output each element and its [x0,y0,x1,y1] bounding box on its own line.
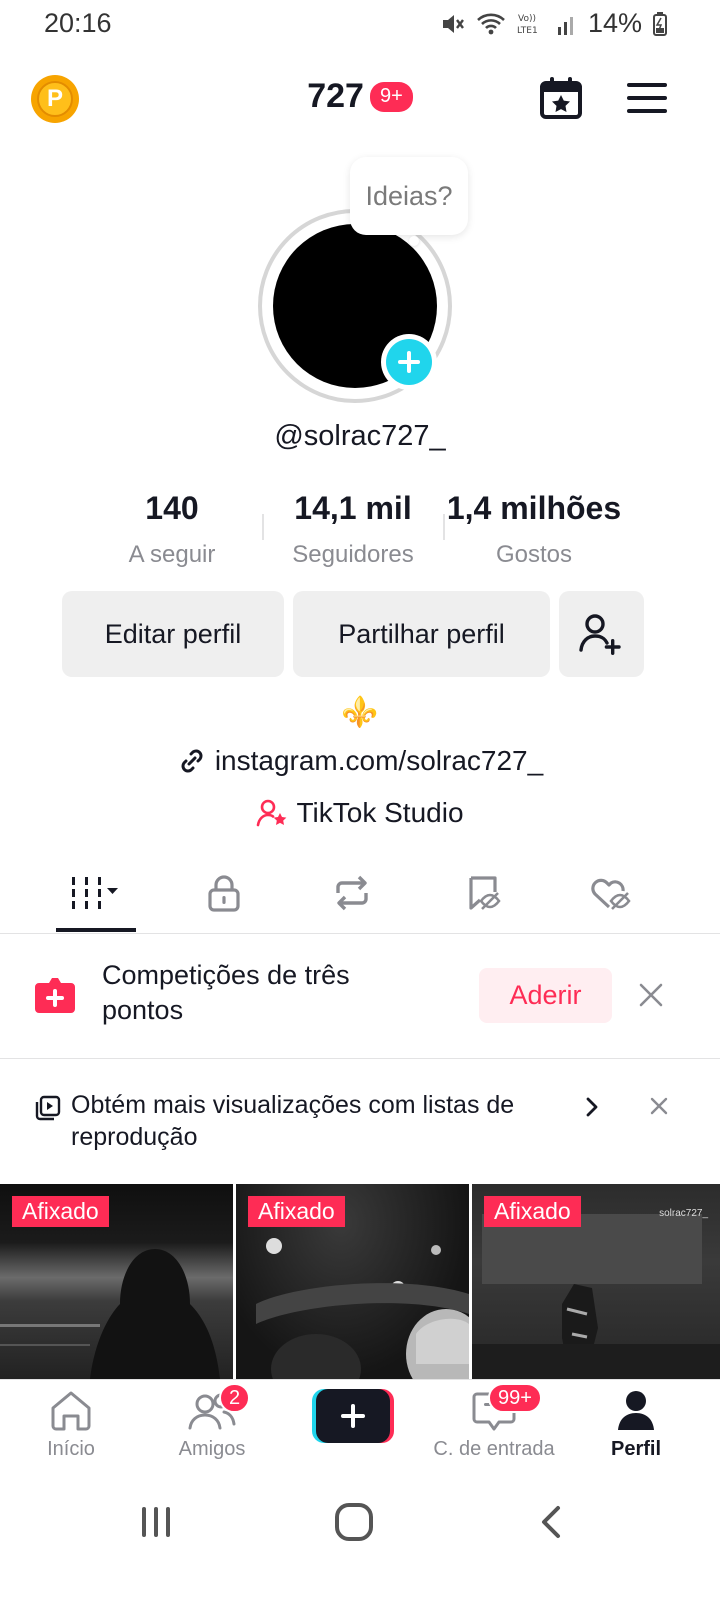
share-profile-button[interactable]: Partilhar perfil [293,591,550,677]
bio-link[interactable]: instagram.com/solrac727_ [0,745,720,777]
pinned-label: Afixado [248,1196,345,1227]
back-icon[interactable] [536,1504,566,1540]
nav-label: Amigos [178,1438,246,1460]
lock-icon [208,875,240,912]
bio-emoji: ⚜️ [341,696,379,729]
add-story-button[interactable] [381,334,437,390]
header-title: 727 [307,77,364,115]
pinned-label: Afixado [12,1196,109,1227]
calendar-star-icon[interactable] [537,74,585,122]
tab-favorites[interactable] [443,868,523,918]
home-circle-icon[interactable] [334,1502,374,1542]
nav-label: Início [47,1438,95,1460]
video-watermark: solrac727_ [659,1208,708,1219]
nav-label: Perfil [610,1438,662,1460]
playlist-prompt[interactable]: Obtém mais visualizações com listas de r… [71,1089,571,1153]
stat-following[interactable]: 140 A seguir [77,490,267,569]
close-icon[interactable] [648,1095,670,1117]
chevron-right-icon[interactable] [582,1095,602,1119]
close-icon[interactable] [636,980,666,1010]
video-thumbnail[interactable]: Afixado [0,1184,233,1379]
battery-icon [653,11,667,36]
video-thumbnail[interactable]: Afixado solrac727_ [472,1184,720,1379]
svg-text:LTE1: LTE1 [517,26,538,36]
nav-home[interactable]: Início [11,1388,131,1461]
pinned-label: Afixado [484,1196,581,1227]
grid-dropdown-icon [72,877,118,909]
repost-icon [336,875,368,911]
competition-icon [35,978,75,1013]
create-button[interactable] [312,1389,394,1443]
stat-label: Gostos [495,541,573,568]
tab-reposts[interactable] [312,868,392,918]
stat-label: A seguir [128,541,216,568]
link-text: instagram.com/solrac727_ [214,745,544,776]
signal-icon [557,16,573,35]
video-thumbnail[interactable]: Afixado [236,1184,469,1379]
lte-icon: Vo)) LTE1 [517,14,538,36]
username: @solrac727_ [274,420,446,452]
menu-icon[interactable] [624,76,670,120]
stat-value: 14,1 mil [294,490,412,526]
creator-star-icon [257,799,287,827]
tab-liked[interactable] [571,868,651,918]
tab-videos[interactable] [56,868,136,918]
tiktok-studio-link[interactable]: TikTok Studio [0,797,720,829]
stat-followers[interactable]: 14,1 mil Seguidores [258,490,448,569]
mute-icon [442,14,464,33]
status-icons: Vo)) LTE1 14% [440,8,668,39]
competition-text: Competições de três pontos [102,960,350,1025]
active-tab-indicator [56,928,136,932]
edit-profile-button[interactable]: Editar perfil [62,591,284,677]
add-friends-button[interactable] [559,591,644,677]
add-user-icon [578,614,621,655]
profile-icon [618,1391,654,1430]
stat-value: 140 [145,490,199,526]
battery-text: 14% [587,8,642,38]
nav-friends[interactable]: Amigos [152,1388,272,1461]
bubble-tail [409,236,419,246]
account-switcher[interactable]: 727 9+ [0,77,720,116]
link-icon [181,749,203,773]
nav-label: C. de entrada [433,1438,555,1460]
friends-badge: 2 [219,1383,251,1413]
hidden-heart-icon [591,878,631,910]
inbox-badge: 99+ [488,1383,542,1413]
hidden-bookmark-icon [469,876,501,910]
divider [0,933,720,934]
join-button[interactable]: Aderir [479,968,612,1023]
stat-likes[interactable]: 1,4 milhões Gostos [439,490,629,569]
status-time: 20:16 [44,8,112,38]
playlist-icon [35,1095,61,1121]
tab-private[interactable] [184,868,264,918]
plus-icon [386,339,432,385]
notification-badge: 9+ [369,81,413,112]
home-icon [51,1391,91,1431]
wifi-icon [477,13,505,34]
studio-text: TikTok Studio [296,797,464,828]
stat-value: 1,4 milhões [446,490,622,526]
ideas-bubble[interactable]: Ideias? [350,157,468,235]
divider [0,1058,720,1059]
svg-text:Vo)): Vo)) [518,14,536,24]
stat-label: Seguidores [292,541,414,568]
recent-apps-icon[interactable] [138,1504,174,1540]
nav-profile[interactable]: Perfil [576,1388,696,1461]
